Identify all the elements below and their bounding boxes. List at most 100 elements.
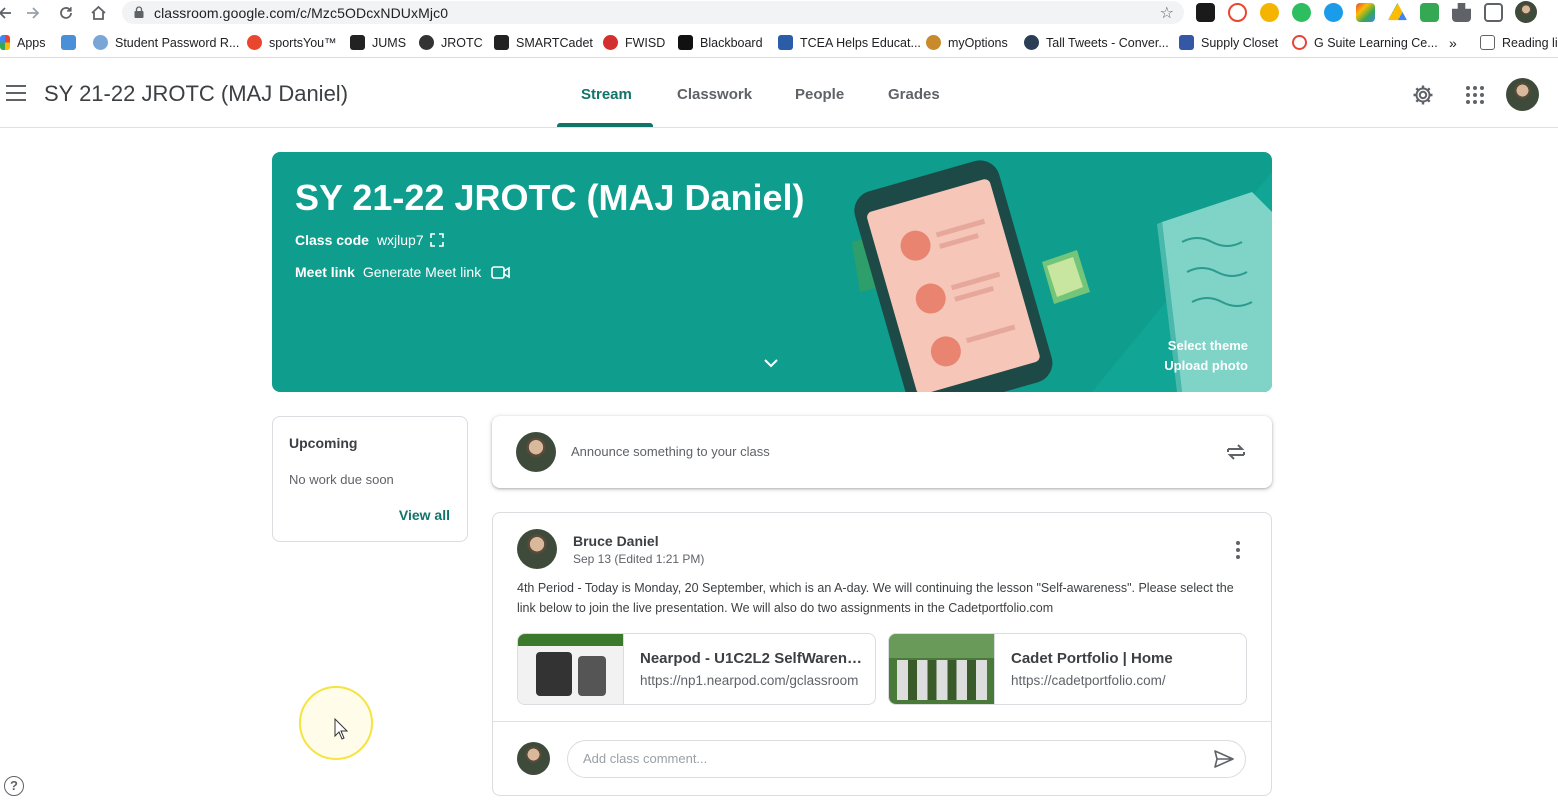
upcoming-title: Upcoming [289, 435, 358, 451]
apple-icon [603, 35, 618, 50]
back-arrow-icon[interactable] [0, 2, 16, 24]
bookmarks-bar: Apps Student Password R... sportsYou™ JU… [0, 30, 1558, 58]
post-author: Bruce Daniel [573, 533, 659, 549]
blackboard-icon [678, 35, 693, 50]
bookmark-label: JROTC [441, 35, 483, 50]
help-icon[interactable]: ? [4, 776, 24, 796]
bookmark-gsuite-learning[interactable]: G Suite Learning Ce... [1292, 35, 1438, 50]
sites-icon [1179, 35, 1194, 50]
cast-icon[interactable] [1484, 3, 1503, 22]
extensions-puzzle-icon[interactable] [1452, 3, 1471, 22]
bookmark-supply-closet[interactable]: Supply Closet [1179, 35, 1278, 50]
chevron-down-icon[interactable] [763, 357, 779, 369]
upload-photo-link[interactable]: Upload photo [1164, 358, 1248, 373]
bookmark-sportsyou[interactable]: sportsYou™ [247, 35, 337, 50]
classroom-header: SY 21-22 JROTC (MAJ Daniel) Stream Class… [0, 62, 1558, 128]
bookmark-student-password[interactable]: Student Password R... [93, 35, 239, 50]
post-date: Sep 13 (Edited 1:21 PM) [573, 552, 705, 566]
active-tab-indicator [557, 123, 653, 127]
announce-placeholder[interactable]: Announce something to your class [571, 444, 770, 459]
nearpod-thumbnail [518, 634, 624, 704]
bookmark-cloud[interactable] [61, 35, 83, 50]
tall-tweets-icon [1024, 35, 1039, 50]
class-title[interactable]: SY 21-22 JROTC (MAJ Daniel) [44, 81, 348, 107]
upcoming-empty-text: No work due soon [289, 472, 394, 487]
bookmark-label: myOptions [948, 35, 1008, 50]
bookmark-blackboard[interactable]: Blackboard [678, 35, 763, 50]
bookmark-smartcadet[interactable]: SMARTCadet [494, 35, 593, 50]
lock-icon [134, 6, 144, 18]
evernote-extension-icon[interactable] [1292, 3, 1311, 22]
class-code-label: Class code [295, 232, 369, 248]
banner-illustration [852, 160, 1272, 392]
class-comment-input[interactable]: Add class comment... [567, 740, 1246, 778]
myoptions-icon [926, 35, 941, 50]
check-extension-icon[interactable] [1420, 3, 1439, 22]
forward-arrow-icon[interactable] [22, 2, 44, 24]
profile-avatar-icon[interactable] [1515, 1, 1537, 23]
announce-box[interactable]: Announce something to your class [492, 416, 1272, 488]
fullscreen-icon[interactable] [429, 233, 444, 247]
class-banner: SY 21-22 JROTC (MAJ Daniel) Class code w… [272, 152, 1272, 392]
home-icon[interactable] [87, 2, 109, 24]
news-extension-icon[interactable] [1196, 3, 1215, 22]
tab-people[interactable]: People [795, 86, 844, 103]
army-star-icon [350, 35, 365, 50]
bookmark-star-icon[interactable]: ☆ [1160, 3, 1174, 23]
bookmarks-overflow-button[interactable]: » [1449, 35, 1457, 51]
attachment-link: https://cadetportfolio.com/ [1011, 673, 1166, 688]
more-vert-icon[interactable] [1235, 540, 1241, 560]
tab-grades[interactable]: Grades [888, 86, 940, 103]
bookmark-label: sportsYou™ [269, 35, 337, 50]
settings-gear-icon[interactable] [1411, 83, 1435, 107]
bookmark-fwisd[interactable]: FWISD [603, 35, 665, 50]
attachment-cadet-portfolio[interactable]: Cadet Portfolio | Home https://cadetport… [888, 633, 1247, 705]
main-menu-icon[interactable] [6, 85, 26, 101]
attachment-title: Nearpod - U1C2L2 SelfWareness [640, 650, 862, 667]
screencastify-extension-icon[interactable] [1228, 3, 1247, 22]
heart-extension-icon[interactable] [1356, 3, 1375, 22]
reading-list-icon [1480, 35, 1495, 50]
bookmark-label: SMARTCadet [516, 35, 593, 50]
apps-grid-icon [0, 35, 10, 50]
video-camera-icon[interactable] [491, 264, 511, 280]
b-extension-icon[interactable] [1260, 3, 1279, 22]
bookmark-apps[interactable]: Apps [0, 35, 46, 50]
key-icon [93, 35, 108, 50]
bookmark-label: TCEA Helps Educat... [800, 35, 921, 50]
attachment-nearpod[interactable]: Nearpod - U1C2L2 SelfWareness https://np… [517, 633, 876, 705]
army-star-icon [494, 35, 509, 50]
account-avatar[interactable] [1506, 78, 1539, 111]
bookmark-tall-tweets[interactable]: Tall Tweets - Conver... [1024, 35, 1169, 50]
generate-meet-link[interactable]: Generate Meet link [363, 264, 481, 280]
meet-link-row: Meet link Generate Meet link [295, 264, 511, 280]
user-avatar [516, 432, 556, 472]
repost-icon[interactable] [1224, 440, 1248, 464]
comment-placeholder: Add class comment... [583, 751, 708, 766]
reading-list-button[interactable]: Reading lis [1480, 35, 1558, 50]
google-apps-grid-icon[interactable] [1463, 83, 1487, 107]
author-avatar [517, 529, 557, 569]
compass-extension-icon[interactable] [1324, 3, 1343, 22]
upcoming-card: Upcoming No work due soon View all [272, 416, 468, 542]
address-bar[interactable]: classroom.google.com/c/Mzc5ODcxNDUxMjc0 … [122, 1, 1184, 24]
bookmark-label: Blackboard [700, 35, 763, 50]
tab-classwork[interactable]: Classwork [677, 86, 752, 103]
google-drive-icon[interactable] [1388, 3, 1407, 21]
bookmark-jrotc[interactable]: JROTC [419, 35, 483, 50]
bookmark-label: Tall Tweets - Conver... [1046, 35, 1169, 50]
view-all-link[interactable]: View all [399, 507, 450, 523]
cloud-icon [61, 35, 76, 50]
tab-stream[interactable]: Stream [581, 86, 632, 103]
reload-icon[interactable] [55, 2, 77, 24]
bookmark-label: Student Password R... [115, 35, 240, 50]
class-code-value: wxjlup7 [376, 232, 424, 248]
bookmark-myoptions[interactable]: myOptions [926, 35, 1008, 50]
tcea-icon [778, 35, 793, 50]
send-icon[interactable] [1213, 749, 1235, 769]
bookmark-label: G Suite Learning Ce... [1314, 35, 1438, 50]
select-theme-link[interactable]: Select theme [1168, 338, 1248, 353]
bookmark-jums[interactable]: JUMS [350, 35, 406, 50]
bookmark-tcea[interactable]: TCEA Helps Educat... [778, 35, 921, 50]
meet-link-label: Meet link [295, 264, 355, 280]
